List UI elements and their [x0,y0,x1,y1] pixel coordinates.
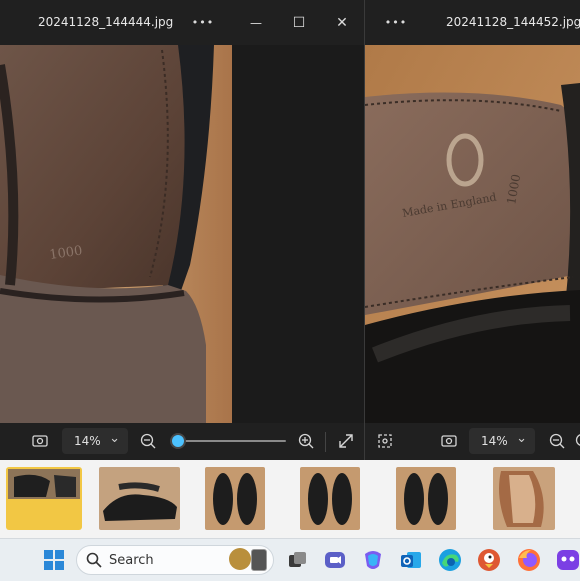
screenshot-icon[interactable] [439,431,459,451]
titlebar[interactable]: 20241128_144444.jpg ••• — ☐ ✕ [0,0,364,45]
window-title: 20241128_144444.jpg [38,15,173,29]
outlook-icon[interactable] [397,546,425,574]
more-options-button[interactable]: ••• [381,9,411,37]
more-options-button[interactable]: ••• [188,9,218,37]
thumbnail[interactable] [493,467,555,530]
photo-viewer-window-left: 20241128_144444.jpg ••• — ☐ ✕ 1000 [0,0,365,460]
chevron-down-icon: ⌄ [516,431,527,446]
zoom-value: 14% [481,434,508,448]
image-canvas[interactable]: 1000 [0,45,364,423]
firefox-icon[interactable] [515,546,543,574]
thumbnail[interactable] [300,467,360,530]
crop-icon[interactable] [375,431,395,451]
thumbnail[interactable] [6,467,82,530]
viewer-toolbar: 14% ⌄ [365,423,580,460]
edge-icon[interactable] [436,546,464,574]
close-button[interactable]: ✕ [327,9,357,37]
minimize-button[interactable]: — [241,9,271,37]
search-highlight-image [251,549,267,571]
meet-icon[interactable] [321,546,349,574]
zoom-slider[interactable] [170,435,286,447]
search-box[interactable]: Search [76,545,274,575]
zoom-slider-track [170,440,286,442]
screenshot-icon[interactable] [30,431,50,451]
thumbnail[interactable] [99,467,180,530]
thumbnail[interactable] [396,467,456,530]
zoom-in-icon[interactable] [296,431,316,451]
app-icon[interactable] [555,546,580,574]
zoom-value: 14% [74,434,101,448]
maximize-button[interactable]: ☐ [284,9,314,37]
zoom-in-icon[interactable] [573,431,580,451]
toolbar-divider [325,432,326,452]
start-icon[interactable] [40,546,68,574]
zoom-dropdown[interactable]: 14% ⌄ [469,428,535,454]
search-placeholder: Search [109,553,154,568]
copilot-icon[interactable] [359,546,387,574]
search-icon [85,551,103,569]
image-canvas[interactable]: Made in England 1000 [365,45,580,423]
photo-viewer-window-right: ••• 20241128_144452.jpg Made in England … [365,0,580,460]
duckduckgo-icon[interactable] [475,546,503,574]
task-view-icon[interactable] [283,546,311,574]
titlebar[interactable]: ••• 20241128_144452.jpg [365,0,580,45]
filmstrip [0,460,580,538]
zoom-out-icon[interactable] [138,431,158,451]
thumbnail[interactable] [205,467,265,530]
zoom-dropdown[interactable]: 14% ⌄ [62,428,128,454]
chevron-down-icon: ⌄ [109,431,120,446]
zoom-slider-thumb[interactable] [172,435,184,447]
window-title: 20241128_144452.jpg [446,15,580,29]
search-highlight-image [229,548,251,570]
shoe-sole-photo: Made in England 1000 [365,45,580,423]
expand-icon[interactable] [336,431,356,451]
shoe-sole-photo: 1000 [0,45,364,423]
viewer-toolbar: 14% ⌄ [0,423,364,460]
zoom-out-icon[interactable] [547,431,567,451]
taskbar: Search [0,538,580,581]
